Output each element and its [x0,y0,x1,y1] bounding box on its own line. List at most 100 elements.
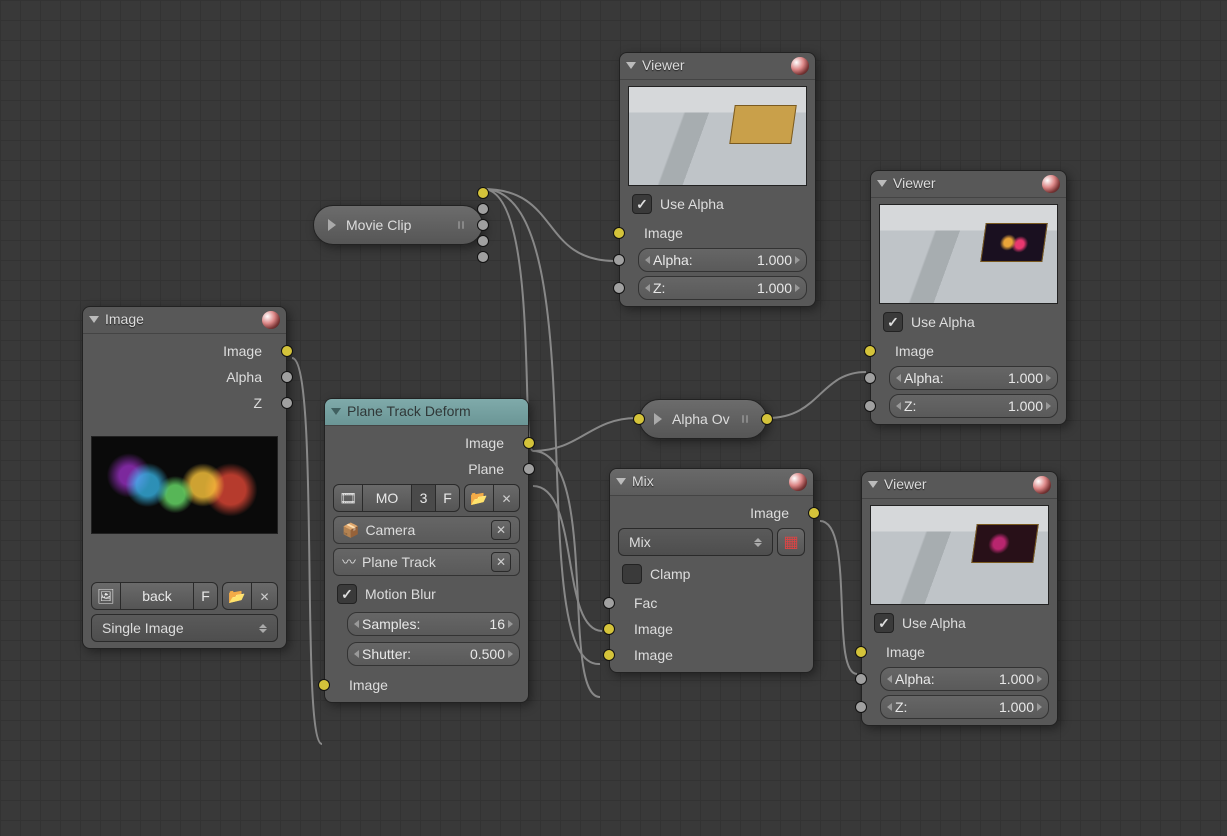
use-alpha-checkbox[interactable] [883,312,903,332]
input-socket-z[interactable] [855,701,867,713]
node-viewer[interactable]: Viewer Use Alpha Image Alpha:1.000 Z:1.0… [870,170,1067,425]
input-socket-z[interactable] [613,282,625,294]
image-browse-button[interactable] [91,582,121,610]
open-file-button[interactable] [222,582,252,610]
fake-user-button[interactable]: F [194,582,218,610]
node-plane-track-deform[interactable]: Plane Track Deform Image Plane MO 3 F Ca… [324,398,529,703]
open-clip-button[interactable] [464,484,494,512]
node-header[interactable]: Plane Track Deform [325,399,528,426]
output-socket-image[interactable] [523,437,535,449]
collapse-icon[interactable] [626,62,636,69]
node-viewer[interactable]: Viewer Use Alpha Image Alpha:1.000 Z:1.0… [619,52,816,307]
node-title: Movie Clip [346,217,411,233]
preview-sphere-icon [791,57,809,75]
clear-button[interactable] [491,520,511,540]
collapse-icon[interactable] [331,408,341,415]
input-socket[interactable] [633,413,645,425]
preview-sphere-icon [1042,175,1060,193]
use-alpha-row[interactable]: Use Alpha [628,190,807,218]
z-field[interactable]: Z:1.000 [889,394,1058,418]
input-socket-image[interactable] [318,679,330,691]
motion-blur-checkbox[interactable] [337,584,357,604]
users-count: 3 [412,484,436,512]
output-row: Alpha [91,366,278,388]
input-socket-image[interactable] [855,646,867,658]
node-header[interactable]: Viewer [620,53,815,80]
output-socket-image[interactable] [808,507,820,519]
shutter-field[interactable]: Shutter:0.500 [347,642,520,666]
input-socket-alpha[interactable] [613,254,625,266]
unlink-clip-button[interactable] [494,484,520,512]
node-header[interactable]: Mix [610,469,813,496]
samples-field[interactable]: Samples:16 [347,612,520,636]
use-alpha-checkbox[interactable] [632,194,652,214]
close-icon [501,490,511,506]
grip-icon [458,221,464,229]
clear-button[interactable] [491,552,511,572]
use-alpha-row[interactable]: Use Alpha [879,308,1058,336]
node-header[interactable]: Viewer [871,171,1066,198]
output-socket-z[interactable] [281,397,293,409]
output-socket-image[interactable] [281,345,293,357]
collapse-icon[interactable] [616,478,626,485]
input-socket-image[interactable] [603,649,615,661]
color-picker-button[interactable] [777,528,805,556]
output-socket[interactable] [477,251,489,263]
plane-track-field[interactable]: Plane Track [333,548,520,576]
node-alpha-over[interactable]: Alpha Ov [639,399,767,439]
output-socket[interactable] [477,235,489,247]
motion-blur-row[interactable]: Motion Blur [333,580,520,608]
tracking-object-field[interactable]: Camera [333,516,520,544]
output-socket[interactable] [477,187,489,199]
output-socket-alpha[interactable] [281,371,293,383]
output-row: Image [91,340,278,362]
use-alpha-row[interactable]: Use Alpha [870,609,1049,637]
image-source-select[interactable]: Single Image [91,614,278,642]
expand-icon [654,413,662,425]
use-alpha-checkbox[interactable] [874,613,894,633]
z-field[interactable]: Z:1.000 [880,695,1049,719]
input-socket-z[interactable] [864,400,876,412]
node-mix[interactable]: Mix Image Mix Clamp Fac Image Image [609,468,814,673]
input-socket-fac[interactable] [603,597,615,609]
z-field[interactable]: Z:1.000 [638,276,807,300]
output-socket[interactable] [477,203,489,215]
blend-mode-select[interactable]: Mix [618,528,773,556]
input-socket-alpha[interactable] [864,372,876,384]
node-title: Mix [632,473,654,489]
image-name-field[interactable]: back [121,582,194,610]
expand-icon [328,219,336,231]
preview-sphere-icon [262,311,280,329]
collapse-icon[interactable] [877,180,887,187]
input-socket-image[interactable] [603,623,615,635]
clamp-checkbox[interactable] [622,564,642,584]
output-socket[interactable] [761,413,773,425]
input-socket-image[interactable] [864,345,876,357]
film-icon [339,490,357,507]
grip-icon [742,415,748,423]
alpha-field[interactable]: Alpha:1.000 [880,667,1049,691]
node-image[interactable]: Image Image Alpha Z back F [82,306,287,649]
output-socket-plane[interactable] [523,463,535,475]
node-title: Viewer [884,476,927,492]
fake-user-button[interactable]: F [436,484,460,512]
alpha-field[interactable]: Alpha:1.000 [638,248,807,272]
input-socket-alpha[interactable] [855,673,867,685]
node-header[interactable]: Image [83,307,286,334]
node-header[interactable]: Viewer [862,472,1057,499]
output-socket[interactable] [477,219,489,231]
node-viewer[interactable]: Viewer Use Alpha Image Alpha:1.000 Z:1.0… [861,471,1058,726]
folder-icon [470,490,487,507]
unlink-button[interactable] [252,582,278,610]
image-thumbnail [91,436,278,534]
close-icon [259,588,269,604]
input-socket-image[interactable] [613,227,625,239]
alpha-field[interactable]: Alpha:1.000 [889,366,1058,390]
clip-name-field[interactable]: MO [363,484,412,512]
collapse-icon[interactable] [89,316,99,323]
clip-browse-button[interactable] [333,484,363,512]
collapse-icon[interactable] [868,481,878,488]
node-movie-clip[interactable]: Movie Clip [313,205,483,245]
clamp-row[interactable]: Clamp [618,560,805,588]
node-title: Alpha Ov [672,411,730,427]
